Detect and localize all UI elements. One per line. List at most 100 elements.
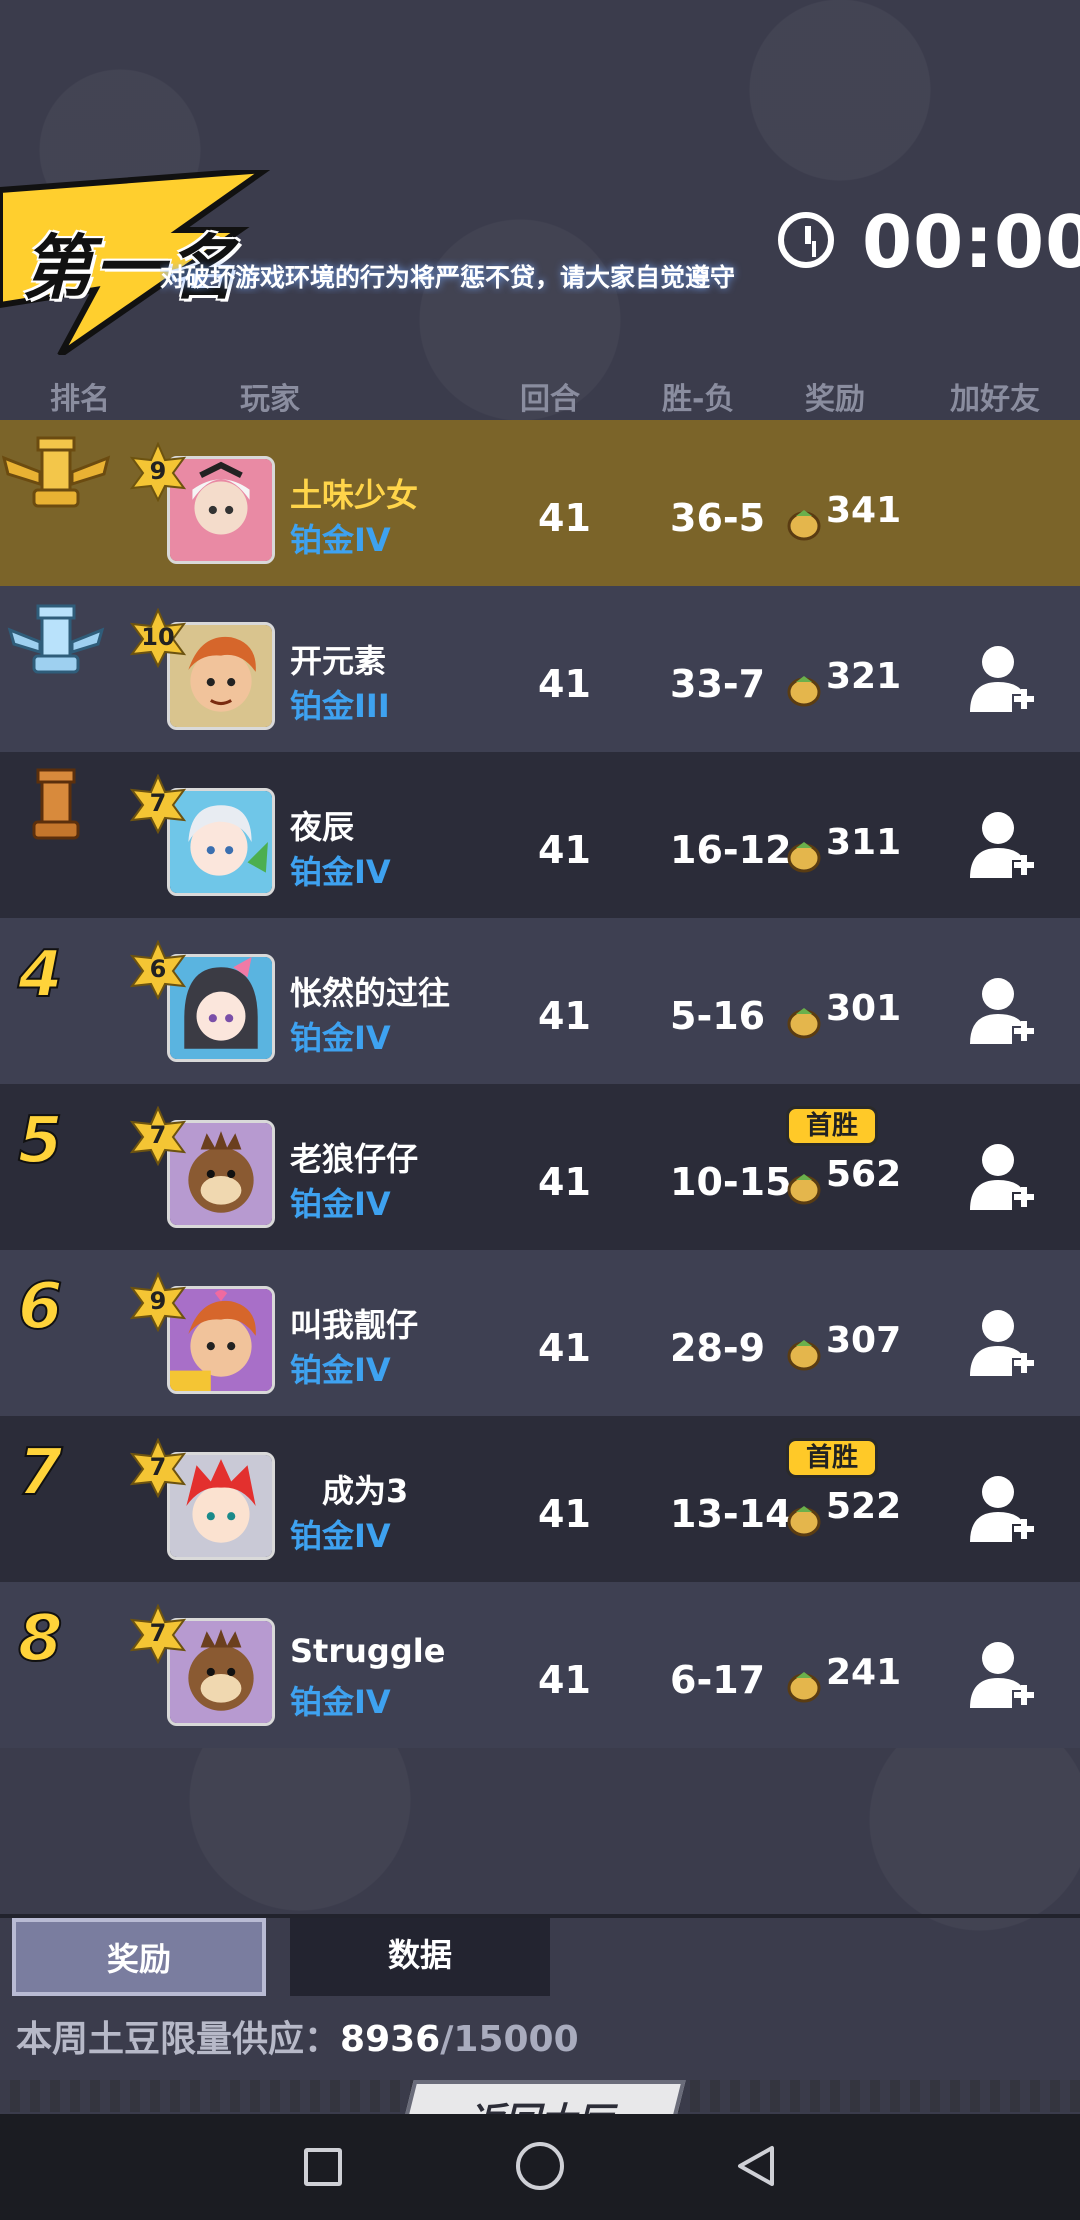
level-badge: 6 bbox=[128, 940, 188, 1000]
ranking-row[interactable]: 7 夜辰 铂金IV 41 16-12 311 bbox=[0, 752, 1080, 918]
add-friend-icon[interactable] bbox=[968, 1472, 1036, 1544]
rank-number: 6 bbox=[17, 1269, 64, 1345]
rounds-value: 41 bbox=[538, 1326, 591, 1370]
reward-value: 307 bbox=[826, 1320, 902, 1361]
player-name: 成为3 bbox=[322, 1472, 409, 1510]
ranking-row[interactable]: 9 土味少女 铂金IV 41 36-5 341 bbox=[0, 420, 1080, 586]
rounds-value: 41 bbox=[538, 662, 591, 706]
add-friend-icon[interactable] bbox=[968, 1306, 1036, 1378]
rounds-value: 41 bbox=[538, 496, 591, 540]
win-loss-value: 16-12 bbox=[670, 828, 792, 872]
potato-coin-icon bbox=[787, 676, 821, 707]
win-loss-value: 36-5 bbox=[670, 496, 766, 540]
add-friend-icon[interactable] bbox=[968, 642, 1036, 714]
win-loss-value: 13-14 bbox=[670, 1492, 792, 1536]
rounds-value: 41 bbox=[538, 828, 591, 872]
rank-number: 5 bbox=[17, 1103, 64, 1179]
potato-coin-icon bbox=[787, 1174, 821, 1205]
win-loss-value: 5-16 bbox=[670, 994, 766, 1038]
rounds-value: 41 bbox=[538, 1492, 591, 1536]
player-name: 夜辰 bbox=[290, 808, 355, 846]
gold-trophy-icon bbox=[1, 436, 111, 508]
level-badge: 7 bbox=[128, 1106, 188, 1166]
add-friend-icon[interactable] bbox=[968, 1638, 1036, 1710]
level-badge: 7 bbox=[128, 1604, 188, 1664]
add-friend-icon[interactable] bbox=[968, 974, 1036, 1046]
reward-value: 311 bbox=[826, 822, 902, 863]
col-header-win-loss: 胜-负 bbox=[662, 382, 735, 417]
ranking-row[interactable]: 4 6 怅然的过往 铂金IV 41 5-16 301 bbox=[0, 918, 1080, 1084]
rank-number: 4 bbox=[17, 937, 64, 1013]
potato-coin-icon bbox=[787, 842, 821, 873]
reward-value: 301 bbox=[826, 988, 902, 1029]
player-name: 叫我靓仔 bbox=[290, 1306, 419, 1344]
reward-value: 522 bbox=[826, 1486, 902, 1527]
rank-number: 8 bbox=[17, 1601, 64, 1677]
win-loss-value: 6-17 bbox=[670, 1658, 766, 1702]
rounds-value: 41 bbox=[538, 1160, 591, 1204]
supply-current: 8936 bbox=[340, 2019, 441, 2060]
level-badge: 9 bbox=[128, 1272, 188, 1332]
weekly-supply: 本周土豆限量供应：8936/15000 bbox=[16, 2010, 579, 2062]
player-name: Struggle bbox=[290, 1632, 446, 1670]
rounds-value: 41 bbox=[538, 1658, 591, 1702]
win-loss-value: 10-15 bbox=[670, 1160, 792, 1204]
silver-trophy-icon bbox=[7, 604, 105, 674]
first-win-badge: 首胜 bbox=[786, 1106, 878, 1146]
ranking-row[interactable]: 8 7 Struggle 铂金IV 41 6-17 241 bbox=[0, 1582, 1080, 1748]
supply-max: /15000 bbox=[440, 2019, 579, 2060]
reward-value: 241 bbox=[826, 1652, 902, 1693]
supply-label: 本周土豆限量供应： bbox=[16, 2019, 341, 2060]
reward-value: 321 bbox=[826, 656, 902, 697]
player-name: 怅然的过往 bbox=[290, 974, 451, 1012]
reward-value: 341 bbox=[826, 490, 902, 531]
tab-rewards[interactable]: 奖励 bbox=[12, 1918, 266, 1996]
ranking-row[interactable]: 10 开元素 铂金III 41 33-7 321 bbox=[0, 586, 1080, 752]
potato-coin-icon bbox=[787, 1506, 821, 1537]
rank-number: 7 bbox=[17, 1435, 64, 1511]
ranking-row[interactable]: 7 7 成为3 铂金IV 41 13-14 首胜 522 bbox=[0, 1416, 1080, 1582]
countdown-timer: 00:00 bbox=[862, 200, 1080, 284]
player-tier: 铂金IV bbox=[290, 1683, 391, 1721]
first-win-badge: 首胜 bbox=[786, 1438, 878, 1478]
player-name: 老狼仔仔 bbox=[290, 1140, 419, 1178]
ranking-row[interactable]: 5 7 老狼仔仔 铂金IV 41 10-15 首胜 562 bbox=[0, 1084, 1080, 1250]
col-header-rounds: 回合 bbox=[520, 382, 580, 417]
bronze-trophy-icon bbox=[32, 768, 80, 840]
back-icon[interactable] bbox=[732, 2142, 780, 2190]
system-nav-bar bbox=[0, 2114, 1080, 2220]
level-badge: 9 bbox=[128, 442, 188, 502]
player-tier: 铂金IV bbox=[290, 1351, 391, 1389]
level-badge: 7 bbox=[128, 1438, 188, 1498]
player-tier: 铂金IV bbox=[290, 1517, 391, 1555]
add-friend-icon[interactable] bbox=[968, 808, 1036, 880]
player-name: 开元素 bbox=[290, 642, 387, 680]
player-tier: 铂金IV bbox=[290, 1019, 391, 1057]
announcement-marquee: 对破坏游戏环境的行为将严惩不贷，请大家自觉遵守 bbox=[160, 263, 736, 292]
player-tier: 铂金IV bbox=[290, 521, 391, 559]
clock-icon bbox=[778, 212, 834, 268]
reward-value: 562 bbox=[826, 1154, 902, 1195]
recent-apps-icon[interactable] bbox=[304, 2148, 342, 2186]
player-tier: 铂金IV bbox=[290, 853, 391, 891]
col-header-player: 玩家 bbox=[240, 382, 300, 417]
level-badge: 10 bbox=[128, 608, 188, 668]
tab-stats[interactable]: 数据 bbox=[290, 1918, 550, 1996]
potato-coin-icon bbox=[787, 510, 821, 541]
potato-coin-icon bbox=[787, 1672, 821, 1703]
col-header-reward: 奖励 bbox=[805, 382, 865, 417]
potato-coin-icon bbox=[787, 1008, 821, 1039]
rounds-value: 41 bbox=[538, 994, 591, 1038]
win-loss-value: 28-9 bbox=[670, 1326, 766, 1370]
player-tier: 铂金III bbox=[290, 687, 390, 725]
home-icon[interactable] bbox=[516, 2142, 564, 2190]
add-friend-icon[interactable] bbox=[968, 1140, 1036, 1212]
player-tier: 铂金IV bbox=[290, 1185, 391, 1223]
potato-coin-icon bbox=[787, 1340, 821, 1371]
win-loss-value: 33-7 bbox=[670, 662, 766, 706]
ranking-row[interactable]: 6 9 叫我靓仔 铂金IV 41 28-9 307 bbox=[0, 1250, 1080, 1416]
col-header-rank: 排名 bbox=[50, 382, 110, 417]
player-name: 土味少女 bbox=[290, 476, 419, 514]
col-header-add-friend: 加好友 bbox=[950, 382, 1040, 417]
level-badge: 7 bbox=[128, 774, 188, 834]
